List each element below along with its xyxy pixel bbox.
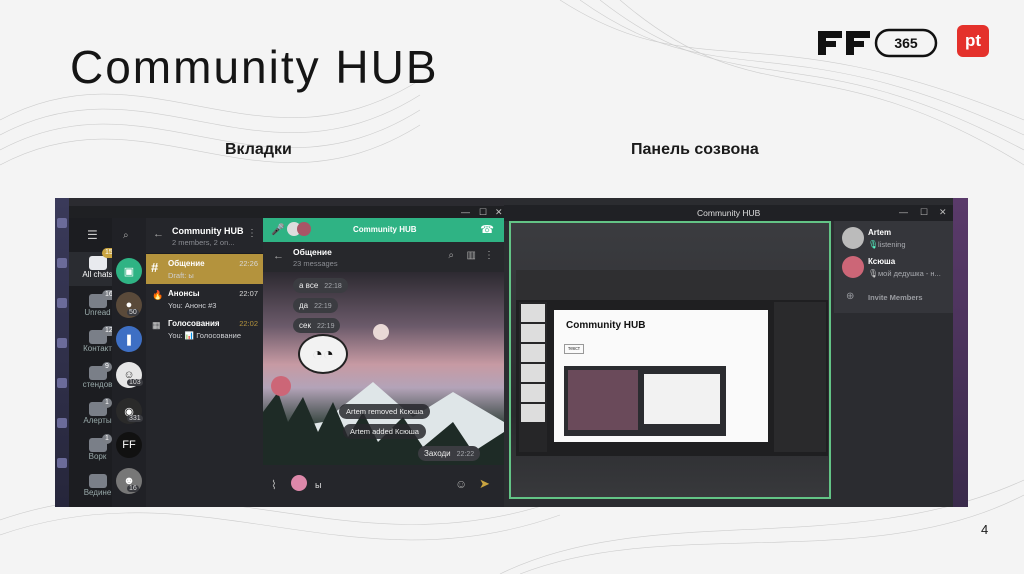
chat-avatar[interactable]: ☻ 16	[116, 468, 142, 494]
chat-avatar-green[interactable]: ▣	[116, 258, 142, 284]
nested-window	[564, 366, 726, 436]
sidebar-toggle-icon[interactable]: ▥	[467, 250, 476, 261]
message-bubble: сек 22:19	[293, 318, 341, 333]
send-icon[interactable]: ➤	[479, 476, 490, 492]
attach-icon[interactable]: ⌇	[271, 478, 277, 492]
chat-panel: 🎤 Community HUB ☎ ← Общение 23 messages …	[263, 218, 504, 507]
participant-avatar	[842, 227, 864, 249]
desktop-strip	[55, 198, 69, 507]
caption-tabs: Вкладки	[225, 141, 292, 158]
chat-avatar-bookmark[interactable]: ❚	[116, 326, 142, 352]
message-input[interactable]: ы	[315, 480, 321, 490]
message-composer: ⌇ ы ☺ ➤	[263, 465, 504, 507]
screen-share-view[interactable]: Community HUB текст	[509, 221, 831, 499]
chat-header: ← Общение 23 messages ⌕ ▥ ⋮	[263, 242, 504, 272]
menu-icon[interactable]: ☰	[87, 228, 98, 242]
send-as-avatar[interactable]	[291, 475, 307, 491]
window-titlebar: — ☐ ✕	[69, 206, 504, 218]
chat-avatar[interactable]: ◉ 331	[116, 398, 143, 424]
microphone-icon[interactable]: 🎤	[271, 223, 285, 236]
participant-avatar	[297, 222, 311, 236]
system-message: Artem added Ксюша	[343, 424, 426, 439]
topic-row[interactable]: # Общение Draft: ы 22:26	[146, 254, 263, 284]
add-user-icon[interactable]: ⊕	[846, 291, 854, 302]
chat-avatar-ff[interactable]: FF	[116, 432, 142, 458]
chat-avatar-column: ⌕ ▣ ● 50 ❚ ☺ 103 ◉ 331 FF ☻ 16	[112, 218, 146, 507]
current-slide: Community HUB текст	[554, 310, 768, 442]
caption-call-panel: Панель созвона	[631, 141, 759, 158]
telegram-screenshot: — ☐ ✕ ☰ 154 All chats 168 Unread 12 Конт…	[55, 198, 504, 507]
slide-thumbnails	[519, 302, 547, 452]
more-icon[interactable]: ⋮	[484, 250, 494, 261]
active-call-bar[interactable]: 🎤 Community HUB ☎	[263, 218, 504, 242]
slide-title: Community HUB	[70, 41, 439, 93]
back-arrow-icon[interactable]: ←	[153, 228, 164, 240]
shared-powerpoint: Community HUB текст	[516, 270, 828, 456]
chat-bubble-icon	[88, 256, 107, 270]
topic-row[interactable]: ▦ Голосования You: 📊 Голосование 22:02	[146, 314, 263, 344]
topic-list: ← Community HUB 2 members, 2 on... ⋮ # О…	[146, 218, 263, 507]
search-icon[interactable]: ⌕	[123, 230, 129, 241]
sender-avatar	[271, 376, 291, 396]
emoji-icon[interactable]: ☺	[455, 477, 467, 491]
maximize-icon[interactable]: ☐	[920, 207, 928, 218]
microphone-icon: 🎙	[868, 269, 879, 278]
hang-up-icon[interactable]: ☎	[480, 223, 494, 236]
page-number: 4	[981, 522, 989, 537]
invite-members-button[interactable]: Invite Members	[868, 293, 923, 302]
message-bubble: а все 22:18	[293, 278, 348, 293]
svg-text:365: 365	[894, 35, 918, 51]
microphone-icon: 🎙	[868, 240, 879, 249]
more-icon[interactable]: ⋮	[247, 228, 257, 239]
close-icon[interactable]: ✕	[939, 207, 947, 218]
participant-status: listening	[878, 240, 906, 249]
participant-name: Artem	[868, 228, 892, 237]
chat-avatar[interactable]: ☺ 103	[116, 362, 143, 388]
call-window-titlebar: Community HUB — ☐ ✕	[504, 205, 968, 221]
pt-logo: pt	[957, 25, 989, 57]
system-message: Artem removed Ксюша	[339, 404, 431, 419]
ff-365-logo: 365	[818, 28, 938, 63]
back-arrow-icon[interactable]: ←	[273, 250, 284, 262]
participant-avatar	[842, 256, 864, 278]
folder-icon	[88, 474, 107, 488]
maximize-icon[interactable]: ☐	[479, 206, 487, 218]
ribbon	[516, 270, 828, 300]
topic-list-header: ← Community HUB 2 members, 2 on... ⋮	[146, 218, 263, 254]
message-bubble-outgoing: Заходи 22:22	[418, 446, 481, 461]
participant-status: мой дедушка - н...	[878, 269, 941, 278]
call-panel-screenshot: Community HUB — ☐ ✕ Community HUB текст	[504, 198, 968, 507]
side-pane	[774, 302, 826, 452]
topic-row[interactable]: 🔥 Анонсы You: Анонс #3 22:07	[146, 284, 263, 314]
desktop-strip	[953, 198, 968, 507]
minimize-icon[interactable]: —	[899, 207, 908, 217]
close-icon[interactable]: ✕	[495, 206, 503, 218]
poll-icon: ▦	[152, 320, 161, 330]
search-icon[interactable]: ⌕	[448, 250, 454, 261]
meme-sticker: ◔◔	[298, 334, 348, 374]
chat-avatar[interactable]: ● 50	[116, 292, 142, 318]
participants-list: Artem 🎙 listening Ксюша 🎙 мой дедушка - …	[834, 221, 953, 313]
message-bubble: да 22:19	[293, 298, 338, 313]
participant-name: Ксюша	[868, 257, 896, 266]
minimize-icon[interactable]: —	[461, 206, 470, 218]
fire-icon: 🔥	[152, 290, 164, 300]
